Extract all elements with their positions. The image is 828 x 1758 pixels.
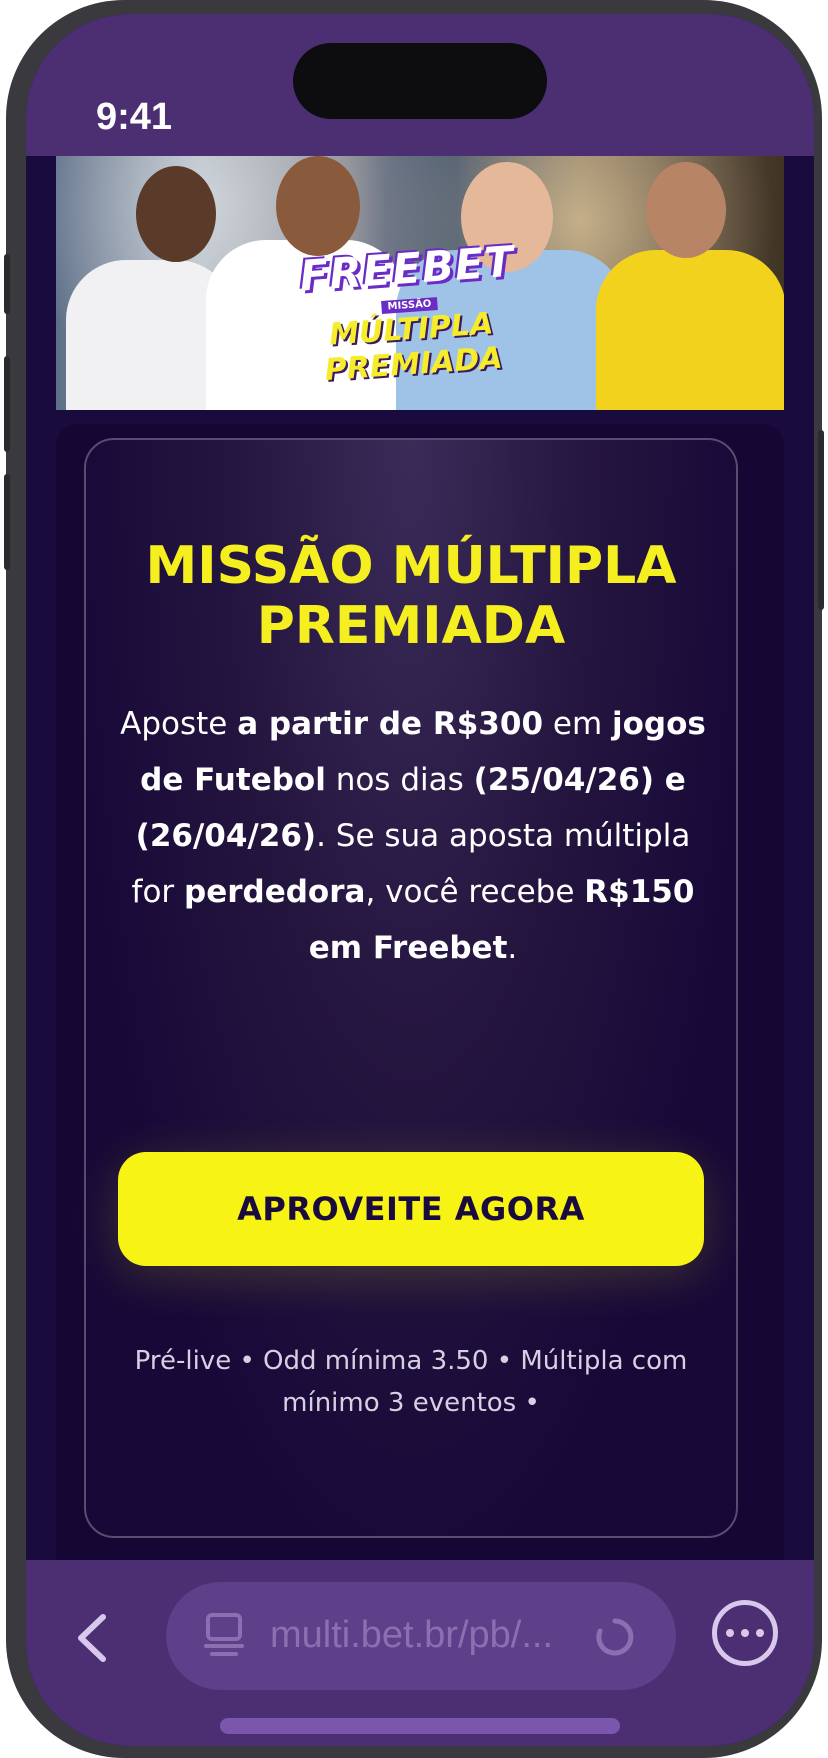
- promo-description: Aposte a partir de R$300 em jogos de Fut…: [116, 696, 710, 976]
- promo-title: MISSÃO MÚLTIPLA PREMIADA: [145, 536, 677, 656]
- desc-condition: perdedora: [184, 874, 366, 910]
- screen: 9:41 FREEBET MISSÃO MÚLTIPLA PREMIADA MI…: [26, 14, 814, 1746]
- promo-card: MISSÃO MÚLTIPLA PREMIADA Aposte a partir…: [84, 438, 738, 1538]
- desc-text: , você recebe: [365, 874, 585, 910]
- desc-text: Aposte: [120, 706, 238, 742]
- promo-banner[interactable]: FREEBET MISSÃO MÚLTIPLA PREMIADA: [56, 156, 784, 410]
- dynamic-island: [293, 43, 547, 119]
- url-text[interactable]: multi.bet.br/pb/...: [270, 1614, 570, 1657]
- home-indicator[interactable]: [220, 1718, 620, 1734]
- status-time: 9:41: [96, 96, 173, 138]
- action-button: [4, 254, 10, 314]
- player-head-2: [276, 156, 360, 256]
- phone-frame: 9:41 FREEBET MISSÃO MÚLTIPLA PREMIADA MI…: [4, 0, 824, 1758]
- desc-text: nos dias: [325, 762, 474, 798]
- web-content: FREEBET MISSÃO MÚLTIPLA PREMIADA MISSÃO …: [26, 156, 814, 1584]
- more-icon: [726, 1629, 734, 1637]
- more-icon: [756, 1629, 764, 1637]
- more-button[interactable]: [712, 1600, 778, 1666]
- aproveite-agora-button[interactable]: APROVEITE AGORA: [118, 1152, 704, 1266]
- player-head-4: [646, 162, 726, 258]
- reload-icon[interactable]: [594, 1616, 636, 1658]
- desc-text: .: [507, 930, 518, 966]
- player-head-1: [136, 166, 216, 262]
- desc-text: em: [543, 706, 612, 742]
- back-button[interactable]: [62, 1608, 122, 1668]
- volume-up-button: [4, 356, 10, 452]
- browser-toolbar: multi.bet.br/pb/...: [26, 1560, 814, 1746]
- site-settings-icon[interactable]: [204, 1612, 244, 1658]
- more-icon: [741, 1629, 749, 1637]
- promo-terms: Pré-live • Odd mínima 3.50 • Múltipla co…: [134, 1346, 688, 1418]
- status-bar: 9:41: [26, 14, 814, 156]
- power-button: [818, 430, 824, 610]
- player-figure-4: [596, 250, 784, 410]
- desc-min-stake: a partir de R$300: [237, 706, 544, 742]
- back-chevron-icon: [78, 1614, 106, 1662]
- address-bar[interactable]: multi.bet.br/pb/...: [166, 1582, 676, 1690]
- volume-down-button: [4, 474, 10, 570]
- banner-logo: FREEBET MISSÃO MÚLTIPLA PREMIADA: [256, 234, 565, 393]
